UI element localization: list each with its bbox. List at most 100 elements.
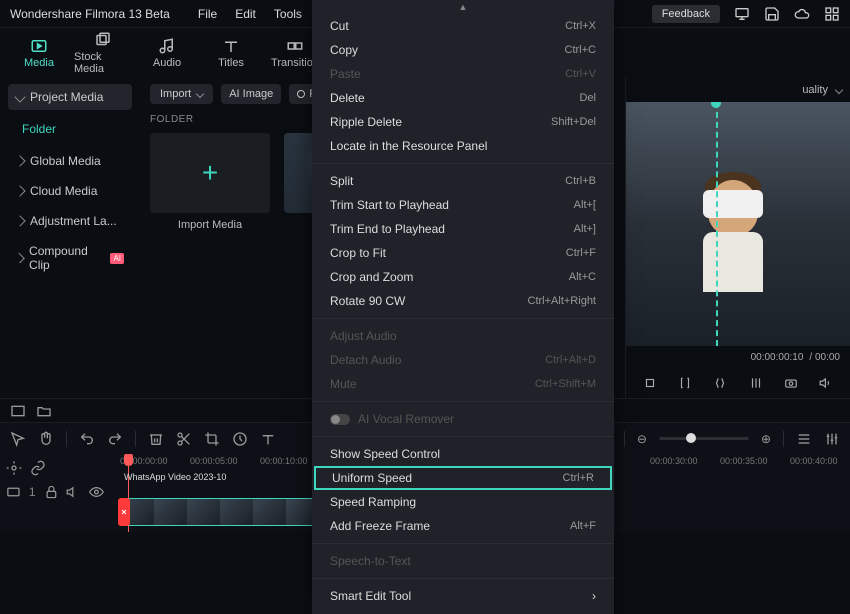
preview-time: 00:00:00:10 / 00:00 [626,346,850,368]
menu-item-detach-audio: Detach AudioCtrl+Alt+D [312,348,614,372]
hand-icon[interactable] [38,431,54,447]
menu-item-label: Copy [330,43,358,57]
menu-shortcut: Ctrl+B [565,175,596,187]
menu-item-smart-edit-tool[interactable]: Smart Edit Tool› [312,584,614,608]
menu-item-speed-ramping[interactable]: Speed Ramping [312,490,614,514]
menu-item-copy[interactable]: Copy Ctrl+C [312,38,614,62]
zoom-slider[interactable] [659,437,749,440]
sidebar-item-label: Global Media [30,154,101,168]
plus-icon: + [202,157,218,189]
menu-edit[interactable]: Edit [235,7,256,21]
video-track-icon[interactable] [6,484,21,500]
menu-item-label: Locate in the Resource Panel [330,139,487,153]
brackets-icon[interactable] [678,376,692,390]
menu-item-trim-start-to-playhead[interactable]: Trim Start to PlayheadAlt+[ [312,193,614,217]
zoom-out-icon[interactable]: ⊖ [637,432,647,446]
import-dropdown[interactable]: Import [150,84,213,104]
folder-icon[interactable] [36,403,52,419]
preview-video[interactable] [626,102,850,346]
delete-icon[interactable] [148,431,164,447]
menu-item-crop-to-fit[interactable]: Crop to FitCtrl+F [312,241,614,265]
panel-icon[interactable] [10,403,26,419]
redo-icon[interactable] [107,431,123,447]
menu-item-label: Ripple Delete [330,115,402,129]
menu-item-label: Speech-to-Text [330,554,411,568]
context-menu: ▲ CutCtrl+X Copy Ctrl+C PasteCtrl+VDeleteDe… [312,0,614,614]
camera-icon[interactable] [784,376,798,390]
clip-start-marker[interactable] [118,498,130,526]
link-icon[interactable] [30,460,46,476]
import-media-tile[interactable]: + Import Media [150,133,270,231]
stop-icon[interactable] [643,376,657,390]
menu-item-uniform-speed[interactable]: Uniform SpeedCtrl+R [314,466,612,490]
track-heads: 1 [0,454,110,532]
monitor-icon[interactable] [734,6,750,22]
ruler-tick: 00:00:10:00 [260,456,308,466]
menu-item-ripple-delete[interactable]: Ripple DeleteShift+Del [312,110,614,134]
menu-item-label: Trim End to Playhead [330,222,445,236]
sidebar-project-media[interactable]: Project Media [8,84,132,110]
menu-shortcut: Alt+C [569,271,596,283]
menu-item-cut[interactable]: CutCtrl+X [312,14,614,38]
menu-tools[interactable]: Tools [274,7,302,21]
menu-item-trim-end-to-playhead[interactable]: Trim End to PlayheadAlt+] [312,217,614,241]
sidebar-global-media[interactable]: Global Media [8,148,132,174]
menu-file[interactable]: File [198,7,217,21]
menu-separator [312,578,614,579]
ruler-tick: 00:00:35:00 [720,456,768,466]
menu-shortcut: Ctrl+V [565,68,596,80]
mixer-icon[interactable] [824,431,840,447]
timeline-clip[interactable] [120,498,320,526]
scroll-up-arrow[interactable]: ▲ [312,0,614,14]
speaker-icon[interactable] [819,376,833,390]
menu-item-delete[interactable]: DeleteDel [312,86,614,110]
brackets2-icon[interactable] [713,376,727,390]
split-icon[interactable] [176,431,192,447]
feedback-button[interactable]: Feedback [652,5,720,23]
tab-stock-media[interactable]: Stock Media [74,30,132,76]
zoom-in-icon[interactable]: ⊕ [761,432,771,446]
ai-image-button[interactable]: AI Image [221,84,281,104]
chevron-right-icon [14,185,25,196]
cloud-icon[interactable] [794,6,810,22]
sidebar-folder[interactable]: Folder [8,114,132,144]
menu-item-paste: PasteCtrl+V [312,62,614,86]
menu-item-label: Detach Audio [330,353,401,367]
playhead-handle[interactable] [124,454,133,466]
menu-item-add-freeze-frame[interactable]: Add Freeze FrameAlt+F [312,514,614,538]
select-icon[interactable] [10,431,26,447]
sidebar-adjustment-layer[interactable]: Adjustment La... [8,208,132,234]
scissors-icon [120,508,128,516]
grid-icon[interactable] [824,6,840,22]
tab-media[interactable]: Media [10,30,68,76]
adjust-icon[interactable] [6,460,22,476]
titles-icon [222,37,240,55]
menu-separator [312,436,614,437]
menu-item-rotate-90-cw[interactable]: Rotate 90 CWCtrl+Alt+Right [312,289,614,313]
sidebar-compound-clip[interactable]: Compound Clip AI [8,238,132,278]
audio-icon [158,37,176,55]
quality-dropdown[interactable]: uality [802,84,828,96]
menu-shortcut: Ctrl+R [563,472,594,484]
menu-shortcut: Ctrl+C [565,44,596,56]
crop-icon[interactable] [204,431,220,447]
menu-item-show-speed-control[interactable]: Show Speed Control [312,442,614,466]
tab-audio[interactable]: Audio [138,30,196,76]
scrub-handle[interactable] [711,102,721,108]
save-icon[interactable] [764,6,780,22]
eye-icon[interactable] [89,484,104,500]
menu-item-locate-in-the-resource-panel[interactable]: Locate in the Resource Panel [312,134,614,158]
sidebar-cloud-media[interactable]: Cloud Media [8,178,132,204]
tab-titles[interactable]: Titles [202,30,260,76]
menu-item-crop-and-zoom[interactable]: Crop and ZoomAlt+C [312,265,614,289]
lock-icon[interactable] [44,484,59,500]
mute-icon[interactable] [66,484,81,500]
menu-item-split[interactable]: SplitCtrl+B [312,169,614,193]
text-icon[interactable] [260,431,276,447]
undo-icon[interactable] [79,431,95,447]
menu-separator [312,543,614,544]
list-icon[interactable] [796,431,812,447]
chevron-down-icon [14,91,25,102]
markers-icon[interactable] [749,376,763,390]
speed-icon[interactable] [232,431,248,447]
